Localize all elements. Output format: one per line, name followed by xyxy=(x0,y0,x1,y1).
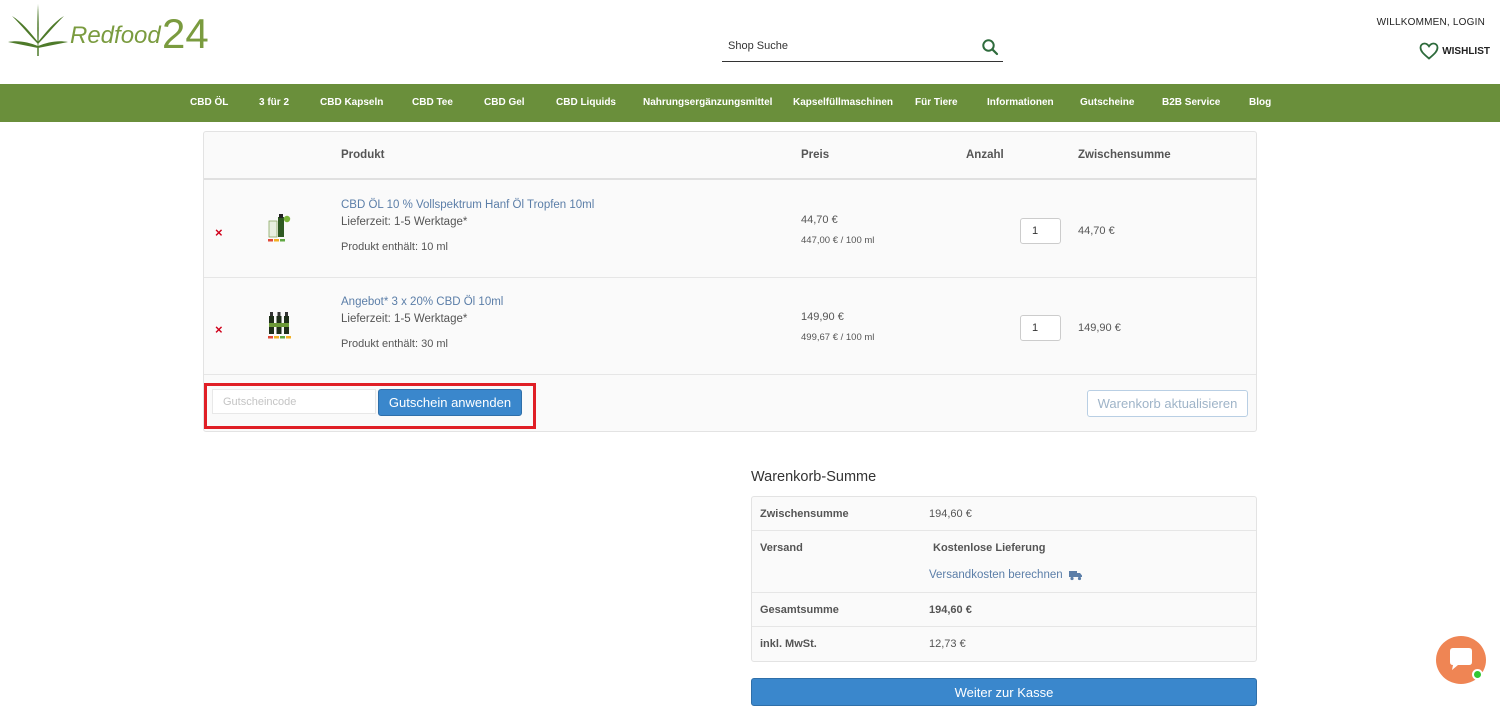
search-input[interactable] xyxy=(728,40,968,52)
product-subtotal: 149,90 € xyxy=(1078,322,1121,334)
cart-actions: Gutschein anwenden Warenkorb aktualisier… xyxy=(204,376,1256,432)
nav-item-fuer-tiere[interactable]: Für Tiere xyxy=(915,97,958,108)
site-logo[interactable]: Redfood 24 xyxy=(8,2,218,58)
total-value: 194,60 € xyxy=(929,604,972,616)
remove-item-button[interactable]: × xyxy=(215,322,223,337)
tax-label: inkl. MwSt. xyxy=(760,638,817,650)
site-header: Redfood 24 WILLKOMMEN, LOGIN WISHLIST xyxy=(0,0,1500,84)
totals-row-tax: inkl. MwSt. 12,73 € xyxy=(752,627,1256,661)
cart-row: × Angebot* 3 x 20% CBD Öl 10ml Lieferzei… xyxy=(204,278,1256,375)
cart-table: Produkt Preis Anzahl Zwischensumme × CBD… xyxy=(203,131,1257,432)
nav-item-b2b-service[interactable]: B2B Service xyxy=(1162,97,1220,108)
cart-row: × CBD ÖL 10 % Vollspektrum Hanf Öl Tropf… xyxy=(204,181,1256,278)
nav-item-cbd-liquids[interactable]: CBD Liquids xyxy=(556,97,616,108)
nav-item-cbd-tee[interactable]: CBD Tee xyxy=(412,97,453,108)
column-header-subtotal: Zwischensumme xyxy=(1078,149,1171,161)
logo-number: 24 xyxy=(162,10,209,57)
product-thumbnail[interactable] xyxy=(266,310,292,340)
main-nav: CBD ÖL 3 für 2 CBD Kapseln CBD Tee CBD G… xyxy=(0,84,1500,122)
wishlist-link[interactable]: WISHLIST xyxy=(1419,42,1490,60)
column-header-price: Preis xyxy=(801,149,830,161)
nav-item-nahrungsergaenzungsmittel[interactable]: Nahrungsergänzungsmittel xyxy=(643,97,772,108)
wishlist-label: WISHLIST xyxy=(1442,45,1490,57)
calculate-shipping-label: Versandkosten berechnen xyxy=(929,569,1063,581)
quantity-input[interactable] xyxy=(1020,218,1061,244)
total-label: Gesamtsumme xyxy=(760,604,839,616)
totals-row-subtotal: Zwischensumme 194,60 € xyxy=(752,497,1256,531)
search-bar xyxy=(722,34,1003,62)
cart-totals-title: Warenkorb-Summe xyxy=(751,469,877,485)
nav-item-cbd-oel[interactable]: CBD ÖL xyxy=(190,97,228,108)
nav-item-cbd-gel[interactable]: CBD Gel xyxy=(484,97,525,108)
column-header-product: Produkt xyxy=(341,149,385,161)
search-icon[interactable] xyxy=(981,38,999,56)
product-contents: Produkt enthält: 30 ml xyxy=(341,338,449,350)
totals-row-total: Gesamtsumme 194,60 € xyxy=(752,593,1256,627)
login-link[interactable]: WILLKOMMEN, LOGIN xyxy=(1377,17,1485,28)
product-price: 149,90 € xyxy=(801,311,844,323)
chat-widget-button[interactable] xyxy=(1436,636,1486,684)
proceed-to-checkout-button[interactable]: Weiter zur Kasse xyxy=(751,678,1257,706)
product-thumbnail[interactable] xyxy=(266,213,292,243)
product-contents: Produkt enthält: 10 ml xyxy=(341,241,449,253)
product-unit-price: 499,67 € / 100 ml xyxy=(801,332,875,343)
heart-icon xyxy=(1419,42,1439,60)
calculate-shipping-link[interactable]: Versandkosten berechnen xyxy=(929,569,1082,581)
shipping-value: Kostenlose Lieferung xyxy=(933,542,1046,554)
nav-item-blog[interactable]: Blog xyxy=(1249,97,1271,108)
nav-item-cbd-kapseln[interactable]: CBD Kapseln xyxy=(320,97,383,108)
logo-word: Redfood xyxy=(70,22,161,49)
product-name-link[interactable]: CBD ÖL 10 % Vollspektrum Hanf Öl Tropfen… xyxy=(341,199,594,211)
product-unit-price: 447,00 € / 100 ml xyxy=(801,235,875,246)
product-delivery-time: Lieferzeit: 1-5 Werktage* xyxy=(341,216,468,228)
cannabis-leaf-icon xyxy=(8,4,68,56)
totals-row-shipping: Versand Kostenlose Lieferung Versandkost… xyxy=(752,531,1256,593)
coupon-highlight-box: Gutschein anwenden xyxy=(204,383,536,429)
product-name-link[interactable]: Angebot* 3 x 20% CBD Öl 10ml xyxy=(341,296,503,308)
coupon-code-input[interactable] xyxy=(212,389,376,414)
product-subtotal: 44,70 € xyxy=(1078,225,1115,237)
subtotal-value: 194,60 € xyxy=(929,508,972,520)
subtotal-label: Zwischensumme xyxy=(760,508,849,520)
quantity-input[interactable] xyxy=(1020,315,1061,341)
cart-totals-table: Zwischensumme 194,60 € Versand Kostenlos… xyxy=(751,496,1257,662)
product-delivery-time: Lieferzeit: 1-5 Werktage* xyxy=(341,313,468,325)
column-header-quantity: Anzahl xyxy=(966,149,1004,161)
nav-item-kapselfuellmaschinen[interactable]: Kapselfüllmaschinen xyxy=(793,97,893,108)
truck-icon xyxy=(1068,570,1082,580)
tax-value: 12,73 € xyxy=(929,638,966,650)
remove-item-button[interactable]: × xyxy=(215,225,223,240)
shipping-label: Versand xyxy=(760,542,803,554)
online-status-indicator xyxy=(1472,669,1483,680)
product-price: 44,70 € xyxy=(801,214,838,226)
nav-item-3-fuer-2[interactable]: 3 für 2 xyxy=(259,97,289,108)
update-cart-button[interactable]: Warenkorb aktualisieren xyxy=(1087,390,1248,417)
nav-item-informationen[interactable]: Informationen xyxy=(987,97,1054,108)
nav-item-gutscheine[interactable]: Gutscheine xyxy=(1080,97,1134,108)
cart-table-header: Produkt Preis Anzahl Zwischensumme xyxy=(204,132,1256,180)
apply-coupon-button[interactable]: Gutschein anwenden xyxy=(378,389,522,416)
